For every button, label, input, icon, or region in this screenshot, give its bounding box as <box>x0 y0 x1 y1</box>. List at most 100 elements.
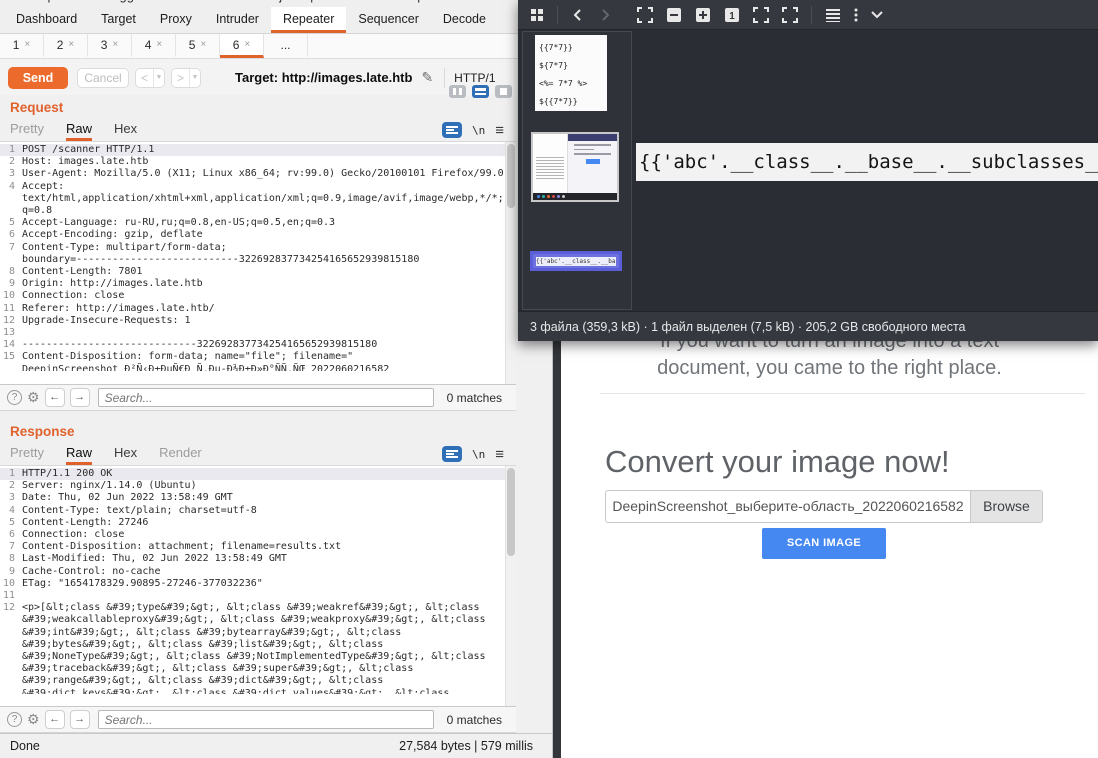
tab-user-options[interactable]: User options <box>379 0 452 3</box>
hamburger-menu-icon[interactable]: ≡ <box>495 446 504 463</box>
close-icon[interactable]: × <box>68 39 74 50</box>
code-line: 11 <box>0 590 516 602</box>
search-input[interactable] <box>98 388 434 407</box>
syntax-highlight-icon[interactable] <box>442 446 462 462</box>
scrollbar[interactable] <box>505 466 516 706</box>
chevron-down-icon[interactable]: ▼ <box>189 69 200 87</box>
file-upload-input[interactable]: DeepinScreenshot_выберите-область_202206… <box>605 490 1043 523</box>
search-input[interactable] <box>98 710 434 729</box>
code-line: 6Connection: close <box>0 529 516 541</box>
repeater-tab-5[interactable]: 5× <box>176 34 220 58</box>
thumbnail-payload-image[interactable]: {{7*7}} ${7*7} <%= 7*7 %> ${{7*7}} <box>535 35 607 111</box>
scrollbar-thumb[interactable] <box>507 468 515 556</box>
scan-image-button[interactable]: SCAN IMAGE <box>762 528 886 559</box>
request-search-bar: ? ⚙ ← → 0 matches <box>0 384 516 411</box>
fit-window-icon[interactable] <box>637 7 653 23</box>
code-line: 10ETag: "1654178329.90895-27246-37703223… <box>0 578 516 590</box>
page-heading: Convert your image now! <box>605 444 950 480</box>
tab-repeater[interactable]: Repeater <box>271 7 346 33</box>
status-metrics: 27,584 bytes | 579 millis <box>399 739 533 753</box>
tab-raw[interactable]: Raw <box>66 443 92 465</box>
tab-logger[interactable]: Logger <box>105 0 145 3</box>
tab-pretty[interactable]: Pretty <box>10 119 44 141</box>
kebab-menu-icon[interactable] <box>854 8 858 22</box>
fit-height-icon[interactable] <box>782 7 798 23</box>
search-next-button[interactable]: → <box>70 388 90 407</box>
search-prev-button[interactable]: ← <box>45 388 65 407</box>
fit-width-icon[interactable] <box>753 7 769 23</box>
layout-columns-icon[interactable] <box>449 85 466 98</box>
code-line: 8Last-Modified: Thu, 02 Jun 2022 13:58:4… <box>0 553 516 565</box>
tab-project-options[interactable]: Project options <box>259 0 345 3</box>
target-url-label: Target: http://images.late.htb <box>235 70 412 85</box>
tab-decoder[interactable]: Decode <box>431 7 498 33</box>
repeater-tab-4[interactable]: 4× <box>132 34 176 58</box>
response-title: Response <box>0 419 516 439</box>
repeater-tab-3[interactable]: 3× <box>88 34 132 58</box>
scrollbar-thumb[interactable] <box>507 144 515 208</box>
close-icon[interactable]: × <box>244 39 250 50</box>
zoom-in-icon[interactable] <box>695 7 711 23</box>
back-icon[interactable] <box>571 8 585 22</box>
request-editor[interactable]: 1POST /scanner HTTP/1.12Host: images.lat… <box>0 141 516 384</box>
cancel-button[interactable]: Cancel <box>77 68 129 88</box>
gear-icon[interactable]: ⚙ <box>27 390 40 405</box>
repeater-tab-1[interactable]: 1× <box>0 34 44 58</box>
zoom-out-icon[interactable] <box>666 7 682 23</box>
layout-rows-icon[interactable] <box>472 85 489 98</box>
help-icon[interactable]: ? <box>7 390 22 405</box>
forward-icon[interactable] <box>598 8 612 22</box>
tab-intruder[interactable]: Intruder <box>204 7 271 33</box>
show-newlines-icon[interactable]: \n <box>472 124 485 137</box>
tab-raw[interactable]: Raw <box>66 119 92 141</box>
close-icon[interactable]: × <box>156 39 162 50</box>
tab-hex[interactable]: Hex <box>114 119 137 141</box>
layout-tabs-icon[interactable] <box>495 85 512 98</box>
search-prev-button[interactable]: ← <box>45 710 65 729</box>
tab-sequencer[interactable]: Sequencer <box>346 7 430 33</box>
show-newlines-icon[interactable]: \n <box>472 448 485 461</box>
repeater-tab-more[interactable]: ... <box>264 34 308 58</box>
repeater-tab-2[interactable]: 2× <box>44 34 88 58</box>
tab-render[interactable]: Render <box>159 443 202 465</box>
back-request-button[interactable]: < ▼ <box>135 68 165 88</box>
close-icon[interactable]: × <box>24 39 30 50</box>
repeater-tab-strip: 1× 2× 3× 4× 5× 6× ... <box>0 34 552 59</box>
burp-tab-bar-row2: Dashboard Target Proxy Intruder Repeater… <box>0 7 552 34</box>
response-viewer[interactable]: 1HTTP/1.1 200 OK2Server: nginx/1.14.0 (U… <box>0 465 516 706</box>
tab-extender[interactable]: Extender <box>174 0 226 3</box>
tab-dashboard[interactable]: Dashboard <box>4 7 89 33</box>
send-button[interactable]: Send <box>8 67 68 89</box>
browse-button[interactable]: Browse <box>970 491 1042 522</box>
thumbnail-screenshot-image[interactable] <box>531 132 619 202</box>
chevron-down-icon[interactable] <box>871 11 883 19</box>
list-view-icon[interactable] <box>825 8 841 22</box>
request-title: Request <box>0 95 516 115</box>
tab-pretty[interactable]: Pretty <box>10 443 44 465</box>
search-next-button[interactable]: → <box>70 710 90 729</box>
forward-request-button[interactable]: > ▼ <box>171 68 201 88</box>
thumbnail-selected-payload-strip[interactable]: {{'abc'.__class__.__base__.__subclasses_… <box>533 254 619 268</box>
close-icon[interactable]: × <box>200 39 206 50</box>
tab-target[interactable]: Target <box>89 7 148 33</box>
repeater-tab-6[interactable]: 6× <box>220 34 264 58</box>
actual-size-icon[interactable]: 1 <box>724 7 740 23</box>
tab-comparer[interactable]: Comparer <box>20 0 78 3</box>
tab-hex[interactable]: Hex <box>114 443 137 465</box>
syntax-highlight-icon[interactable] <box>442 122 462 138</box>
help-icon[interactable]: ? <box>7 712 22 727</box>
code-line: 4Content-Type: text/plain; charset=utf-8 <box>0 505 516 517</box>
close-icon[interactable]: × <box>112 39 118 50</box>
tab-learn[interactable]: Lear <box>480 0 506 3</box>
hamburger-menu-icon[interactable]: ≡ <box>495 122 504 139</box>
chevron-down-icon[interactable]: ▼ <box>153 69 164 87</box>
scrollbar[interactable] <box>505 142 516 384</box>
http-version-selector[interactable]: HTTP/1 <box>454 71 495 85</box>
code-line: text/html,application/xhtml+xml,applicat… <box>0 193 516 205</box>
code-line: &#39;dict_keys&#39;&gt;, &lt;class &#39;… <box>0 688 516 694</box>
code-line: DeepinScreenshot_Ð²Ñ‹Ð±ÐµÑ€Ð¸Ñ‚Ðµ-Ð¾Ð±Ð»… <box>0 364 516 371</box>
grid-view-icon[interactable] <box>530 8 544 22</box>
gear-icon[interactable]: ⚙ <box>27 712 40 727</box>
edit-pencil-icon[interactable]: ✎ <box>421 69 433 86</box>
tab-proxy[interactable]: Proxy <box>148 7 204 33</box>
